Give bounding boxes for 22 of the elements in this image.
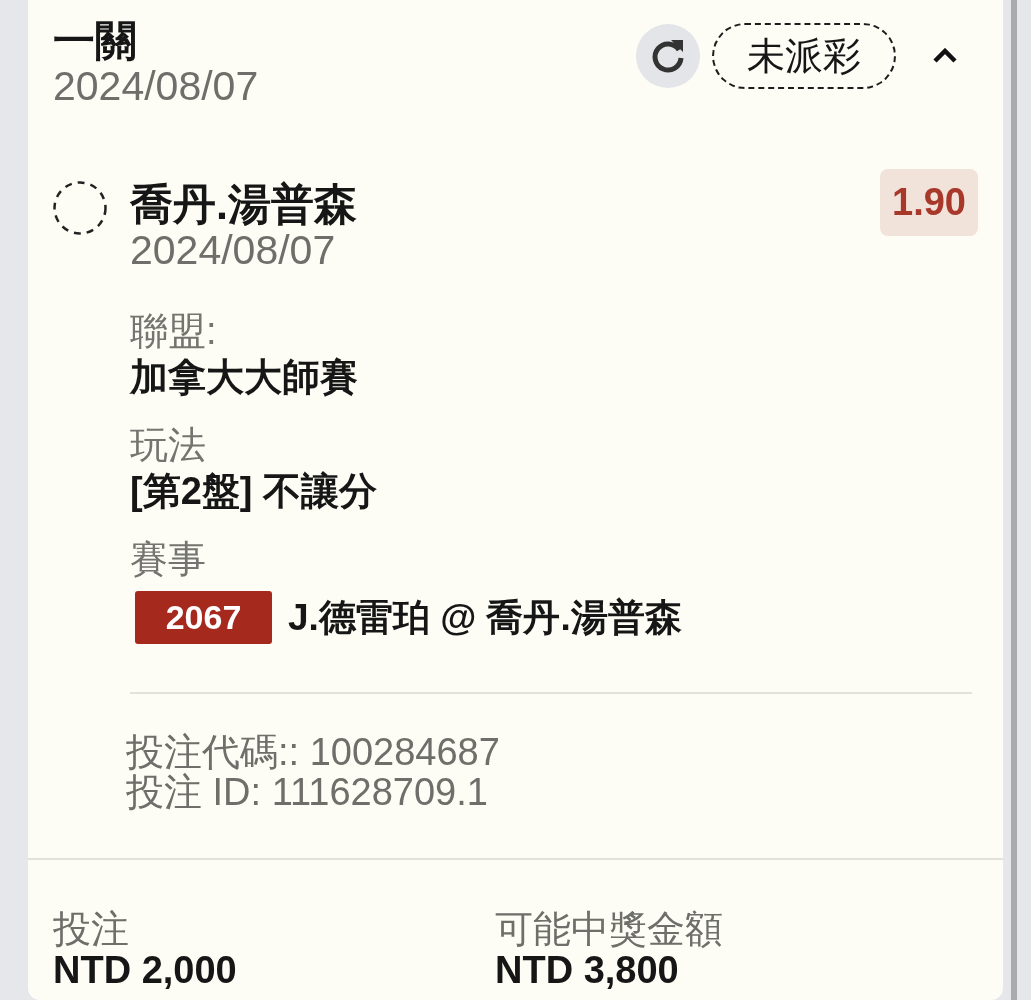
detail-label: 玩法 xyxy=(130,423,207,467)
bet-reference: 投注 ID: 111628709.1 xyxy=(126,772,489,812)
match-teams: J.德雷珀 @ 喬丹.湯普森 xyxy=(288,595,682,640)
summary-amount: NTD 3,800 xyxy=(495,950,680,990)
bet-reference: 投注代碼:: 100284687 xyxy=(126,732,501,772)
bet-date: 2024/08/07 xyxy=(53,63,259,109)
summary-label: 投注 xyxy=(53,908,130,950)
selection-date: 2024/08/07 xyxy=(130,227,337,273)
event-label: 賽事 xyxy=(130,537,207,581)
bet-type-title: 一關 xyxy=(53,19,138,63)
odds-value: 1.90 xyxy=(880,169,978,236)
detail-value: [第2盤] 不讓分 xyxy=(130,469,378,513)
match-number: 2067 xyxy=(135,591,272,644)
detail-value: 加拿大大師賽 xyxy=(130,355,359,399)
chevron-up-icon[interactable] xyxy=(932,48,958,64)
dashed-circle-icon xyxy=(53,181,107,235)
summary-amount: NTD 2,000 xyxy=(53,950,238,990)
selection-name: 喬丹.湯普森 xyxy=(130,181,358,227)
status-label: 未派彩 xyxy=(712,23,896,89)
detail-label: 聯盟: xyxy=(130,309,218,353)
scrollbar[interactable] xyxy=(1011,0,1017,1000)
summary-label: 可能中獎金額 xyxy=(495,908,724,950)
